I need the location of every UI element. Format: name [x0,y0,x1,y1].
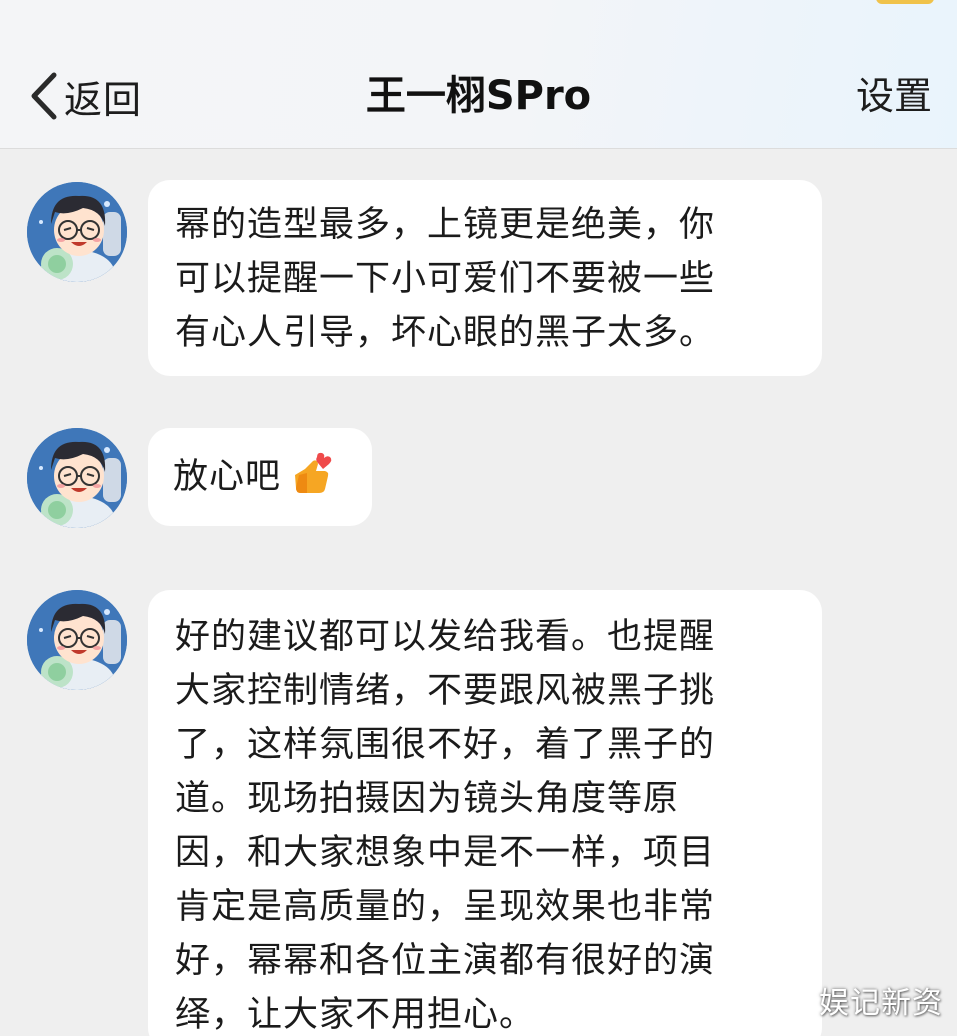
chat-title: 王一栩SPro [365,73,592,119]
message-bubble[interactable]: 放心吧 [148,428,372,526]
watermark: 娱记新资 [819,986,943,1021]
message-row: 好的建议都可以发给我看。也提醒 大家控制情绪，不要跟风被黑子挑 了，这样氛围很不… [0,590,957,1036]
message-row: 放心吧 [0,428,957,528]
status-bar-signal-fragment [742,0,782,4]
cartoon-boy-avatar-icon[interactable] [27,182,127,282]
message-bubble[interactable]: 好的建议都可以发给我看。也提醒 大家控制情绪，不要跟风被黑子挑 了，这样氛围很不… [148,590,822,1036]
status-bar-battery-fragment [876,0,934,4]
chevron-left-icon [31,72,57,120]
navigation-bar: 返回 王一栩SPro 设置 [0,0,957,149]
cartoon-boy-avatar-icon[interactable] [27,428,127,528]
chat-screen: 返回 王一栩SPro 设置 幂的造型最多，上镜更是绝美，你 可以提醒一下小可爱们… [0,0,957,1036]
back-button[interactable]: 返回 [26,66,142,126]
settings-button[interactable]: 设置 [856,66,932,126]
cartoon-boy-avatar-icon[interactable] [27,590,127,690]
back-label: 返回 [64,77,143,122]
message-text: 幂的造型最多，上镜更是绝美，你 可以提醒一下小可爱们不要被一些 有心人引导，坏心… [175,205,716,353]
heart-thumbs-up-emoji-icon [295,452,332,493]
message-bubble[interactable]: 幂的造型最多，上镜更是绝美，你 可以提醒一下小可爱们不要被一些 有心人引导，坏心… [148,180,822,376]
message-text: 放心吧 [173,457,282,497]
message-text: 好的建议都可以发给我看。也提醒 大家控制情绪，不要跟风被黑子挑 了，这样氛围很不… [175,617,716,1035]
message-row: 幂的造型最多，上镜更是绝美，你 可以提醒一下小可爱们不要被一些 有心人引导，坏心… [0,180,957,380]
